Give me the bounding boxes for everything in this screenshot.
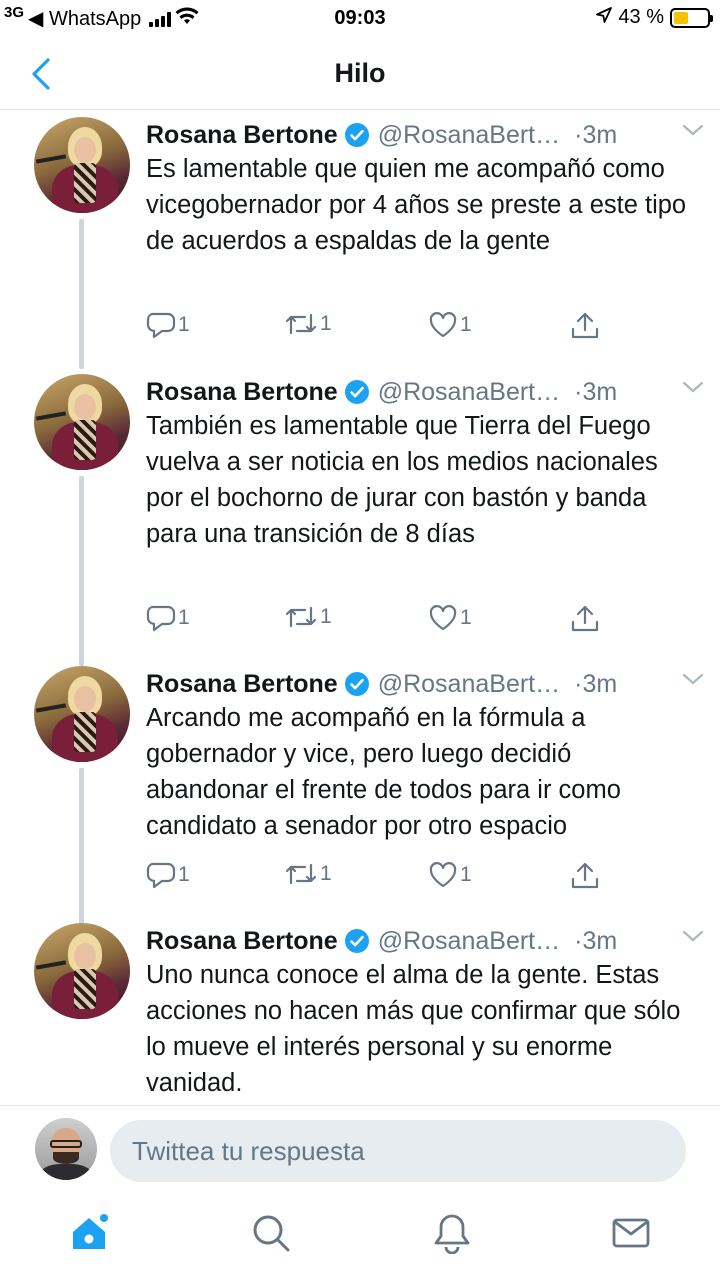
chevron-down-icon[interactable] <box>682 380 704 399</box>
notifications-icon <box>434 1214 470 1254</box>
chevron-down-icon[interactable] <box>682 123 704 142</box>
share-icon <box>571 605 599 632</box>
tweet-actions: 1 1 1 <box>146 311 606 347</box>
tab-messages[interactable] <box>609 1211 653 1255</box>
reply-bar <box>0 1105 720 1197</box>
verified-badge-icon <box>344 928 370 954</box>
tweet-time: ·3m <box>574 669 618 698</box>
reply-icon <box>146 605 176 632</box>
retweet-icon <box>285 863 317 885</box>
tweet-text: También es lamentable que Tierra del Fue… <box>146 412 658 548</box>
reply-input[interactable] <box>110 1120 686 1182</box>
thread-connector <box>79 476 84 666</box>
tweet[interactable]: Rosana Bertone @RosanaBert… ·3m Uno nunc… <box>0 923 720 1105</box>
home-icon <box>73 1212 110 1249</box>
verified-badge-icon <box>344 671 370 697</box>
tweet-time: ·3m <box>574 120 618 149</box>
reply-button[interactable]: 1 <box>146 604 190 632</box>
reply-button[interactable]: 1 <box>146 861 190 889</box>
like-button[interactable]: 1 <box>428 311 472 339</box>
tweet-text: Es lamentable que quien me acompañó como… <box>146 155 687 255</box>
author-handle[interactable]: @RosanaBert… <box>378 670 560 699</box>
tab-bar <box>0 1197 720 1280</box>
tweet[interactable]: Rosana Bertone @RosanaBert… ·3m También … <box>0 374 720 666</box>
reply-count: 1 <box>178 606 190 629</box>
tweet-text: Uno nunca conoce el alma de la gente. Es… <box>146 961 681 1097</box>
tab-notifications[interactable] <box>430 1211 474 1255</box>
tweet[interactable]: Rosana Bertone @RosanaBert… ·3m Arcando … <box>0 666 720 924</box>
reply-button[interactable]: 1 <box>146 311 190 339</box>
author-avatar[interactable] <box>34 374 130 470</box>
share-button[interactable] <box>570 311 600 341</box>
author-name[interactable]: Rosana Bertone <box>146 670 338 699</box>
author-handle[interactable]: @RosanaBert… <box>378 927 560 956</box>
reply-icon <box>146 312 176 339</box>
author-handle[interactable]: @RosanaBert… <box>378 378 560 407</box>
retweet-icon <box>285 606 317 628</box>
retweet-button[interactable]: 1 <box>284 311 332 337</box>
battery-percent: 43 % <box>618 6 664 28</box>
author-avatar[interactable] <box>34 117 130 213</box>
tweet-actions: 1 1 1 <box>146 861 606 897</box>
thread-timeline[interactable]: Rosana Bertone @RosanaBert… ·3m Es lamen… <box>0 111 720 1105</box>
share-button[interactable] <box>570 861 600 891</box>
thread-connector <box>79 768 84 924</box>
author-name[interactable]: Rosana Bertone <box>146 121 338 150</box>
retweet-button[interactable]: 1 <box>284 861 332 887</box>
author-name[interactable]: Rosana Bertone <box>146 378 338 407</box>
reply-count: 1 <box>178 313 190 336</box>
reply-icon <box>146 862 176 889</box>
retweet-count: 1 <box>320 312 332 335</box>
like-count: 1 <box>460 863 472 886</box>
tweet-actions: 1 1 1 <box>146 604 606 640</box>
share-button[interactable] <box>570 604 600 634</box>
verified-badge-icon <box>344 379 370 405</box>
retweet-count: 1 <box>320 862 332 885</box>
author-avatar[interactable] <box>34 666 130 762</box>
page-title: Hilo <box>334 58 386 88</box>
heart-icon <box>429 862 457 888</box>
retweet-icon <box>285 313 317 335</box>
chevron-down-icon[interactable] <box>682 929 704 948</box>
heart-icon <box>429 605 457 631</box>
verified-badge-icon <box>344 122 370 148</box>
tweet-text: Arcando me acompañó en la fórmula a gobe… <box>146 704 621 840</box>
like-count: 1 <box>460 313 472 336</box>
search-icon <box>253 1215 290 1252</box>
thread-connector <box>79 219 84 369</box>
location-icon <box>596 6 613 29</box>
like-button[interactable]: 1 <box>428 604 472 632</box>
reply-count: 1 <box>178 863 190 886</box>
author-handle[interactable]: @RosanaBert… <box>378 121 560 150</box>
current-user-avatar[interactable] <box>35 1118 97 1180</box>
tweet-time: ·3m <box>574 926 618 955</box>
tab-home[interactable] <box>69 1211 113 1255</box>
nav-header: Hilo <box>0 38 720 110</box>
author-avatar[interactable] <box>34 923 130 1019</box>
messages-icon <box>612 1218 650 1248</box>
like-button[interactable]: 1 <box>428 861 472 889</box>
like-count: 1 <box>460 606 472 629</box>
tweet-time: ·3m <box>574 377 618 406</box>
chevron-down-icon[interactable] <box>682 672 704 691</box>
tab-search[interactable] <box>249 1211 293 1255</box>
share-icon <box>571 862 599 889</box>
retweet-count: 1 <box>320 605 332 628</box>
tweet[interactable]: Rosana Bertone @RosanaBert… ·3m Es lamen… <box>0 117 720 369</box>
heart-icon <box>429 312 457 338</box>
retweet-button[interactable]: 1 <box>284 604 332 630</box>
status-bar: 3G ◀ WhatsApp 09:03 43 % <box>0 0 720 38</box>
author-name[interactable]: Rosana Bertone <box>146 927 338 956</box>
battery-icon <box>670 7 713 28</box>
share-icon <box>571 312 599 339</box>
